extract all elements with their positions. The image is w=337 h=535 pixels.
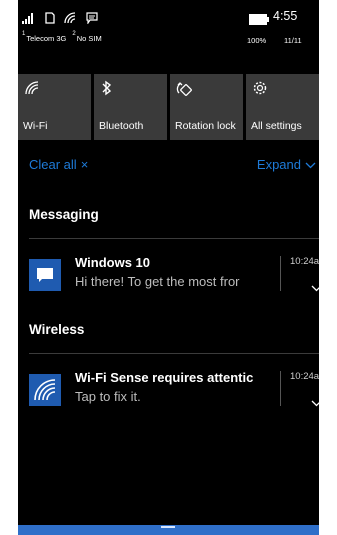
battery-percent: 100% [247, 36, 267, 45]
gear-icon [252, 80, 270, 98]
group-title-wireless: Wireless [29, 322, 85, 337]
sim-icon [44, 12, 56, 24]
notification-title: Windows 10 [75, 255, 151, 270]
sim1-index: 1 [22, 31, 26, 37]
quick-action-bluetooth[interactable]: Bluetooth [94, 74, 167, 140]
chevron-down-icon [305, 157, 316, 172]
notification-time: 10:24a [290, 256, 319, 267]
notification-body: Hi there! To get the most fror [75, 274, 240, 289]
close-icon: × [80, 157, 89, 172]
notification-title: Wi-Fi Sense requires attentic [75, 370, 254, 385]
chevron-down-icon[interactable] [311, 279, 319, 297]
notification-wifi-sense[interactable]: Wi-Fi Sense requires attentic Tap to fix… [18, 367, 319, 423]
group-title-messaging: Messaging [29, 207, 99, 222]
quick-action-wifi[interactable]: Wi-Fi [18, 74, 91, 140]
quick-actions: Wi-Fi Bluetooth Rotation lock All settin… [18, 74, 319, 140]
quick-action-rotation-lock[interactable]: Rotation lock [170, 74, 243, 140]
quick-action-label: Bluetooth [99, 120, 144, 132]
action-center: 1Telecom 3G 2No SIM 4:55 100% 11/11 Wi-F… [18, 0, 319, 535]
clock: 4:55 [273, 9, 298, 23]
notification-time: 10:24a [290, 371, 319, 382]
sim1-carrier: Telecom 3G [26, 34, 67, 43]
rotation-lock-icon [176, 80, 194, 98]
quick-action-label: Rotation lock [175, 120, 236, 132]
sim2-label: 2No SIM [72, 31, 102, 43]
quick-action-all-settings[interactable]: All settings [246, 74, 319, 140]
wifi-icon [64, 12, 78, 24]
battery-icon [249, 12, 269, 30]
expand-button[interactable]: Expand [257, 157, 316, 172]
expand-label: Expand [256, 157, 301, 172]
chevron-down-icon[interactable] [311, 394, 319, 412]
status-bar: 1Telecom 3G 2No SIM 4:55 100% 11/11 [18, 0, 319, 60]
sim2-carrier: No SIM [76, 34, 102, 43]
group-divider [29, 353, 319, 354]
signal-icon [22, 12, 36, 24]
bluetooth-icon [100, 80, 118, 98]
messaging-app-icon [29, 259, 61, 291]
quick-action-label: All settings [251, 120, 302, 132]
notification-divider [280, 256, 281, 291]
notification-divider [280, 371, 281, 406]
date: 11/11 [284, 36, 302, 45]
action-links: Clear all × Expand [18, 157, 319, 177]
wifi-icon [24, 80, 42, 98]
notification-windows-10[interactable]: Windows 10 Hi there! To get the most fro… [18, 252, 319, 308]
group-divider [29, 238, 319, 239]
wifi-sense-icon [29, 374, 61, 406]
message-icon [86, 12, 98, 24]
quick-action-label: Wi-Fi [23, 120, 48, 132]
notification-body: Tap to fix it. [75, 389, 141, 404]
drag-handle[interactable] [161, 526, 175, 528]
sim2-index: 2 [72, 31, 76, 37]
sim1-label: 1Telecom 3G [22, 31, 67, 43]
clear-all-label: Clear all [29, 157, 77, 172]
clear-all-button[interactable]: Clear all × [29, 157, 88, 172]
status-icons [22, 12, 98, 24]
sim-labels: 1Telecom 3G 2No SIM [22, 31, 102, 43]
